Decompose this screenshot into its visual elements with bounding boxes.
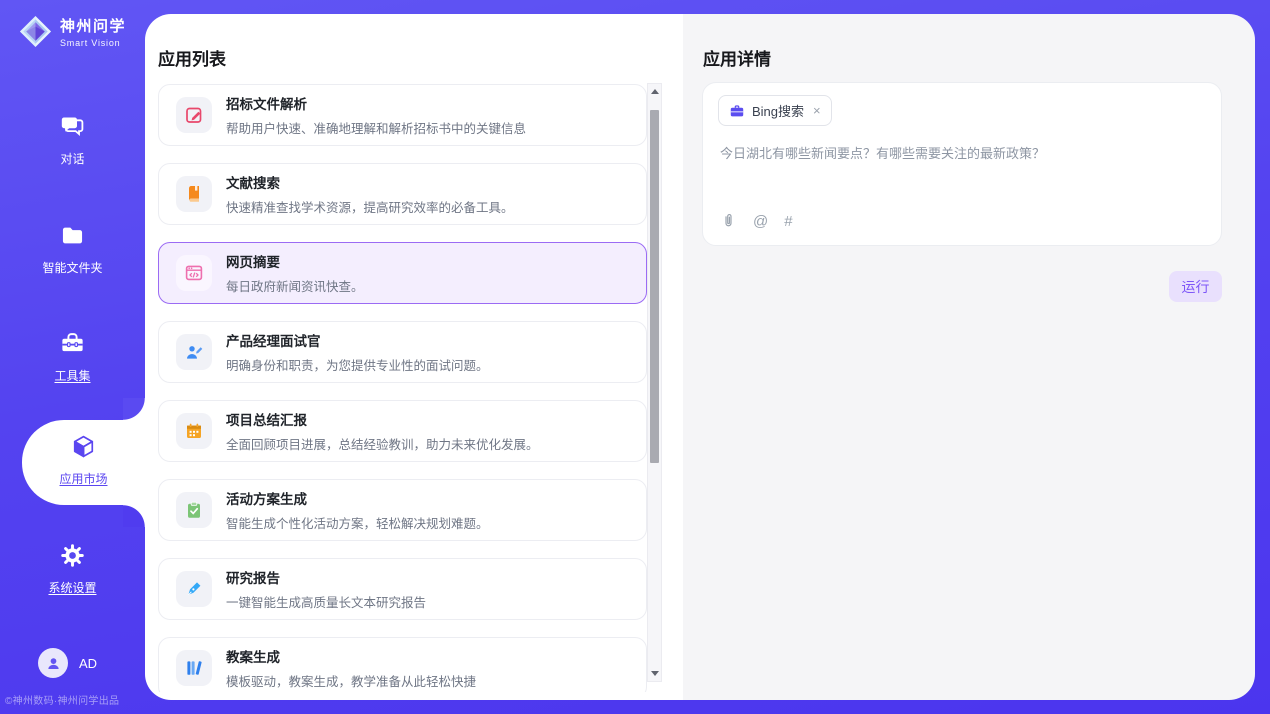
sidebar-item-smart-folder[interactable]: 智能文件夹 — [0, 222, 145, 276]
list-item-web-summary[interactable]: 网页摘要 每日政府新闻资讯快查。 — [158, 242, 647, 304]
calendar-icon — [176, 413, 212, 449]
list-item-event-plan[interactable]: 活动方案生成 智能生成个性化活动方案，轻松解决规划难题。 — [158, 479, 647, 541]
list-item-literature-search[interactable]: 文献搜索 快速精准查找学术资源，提高研究效率的必备工具。 — [158, 163, 647, 225]
book-icon — [176, 176, 212, 212]
brand-logo: 神州问学 Smart Vision — [18, 14, 126, 49]
paperclip-icon[interactable] — [720, 212, 737, 231]
app-desc: 明确身份和职责，为您提供专业性的面试问题。 — [226, 355, 489, 374]
app-list-title: 应用列表 — [158, 45, 226, 70]
tool-tag-label: Bing搜索 — [752, 101, 804, 120]
sidebar: 神州问学 Smart Vision 对话 智能文件夹 工具集 — [0, 0, 145, 714]
brand-title: 神州问学 — [60, 15, 126, 36]
list-item-pm-interviewer[interactable]: 产品经理面试官 明确身份和职责，为您提供专业性的面试问题。 — [158, 321, 647, 383]
app-desc: 模板驱动，教案生成，教学准备从此轻松快捷 — [226, 671, 476, 690]
run-button[interactable]: 运行 — [1169, 271, 1222, 302]
copyright-footer: ©神州数码·神州问学出品 — [5, 692, 119, 707]
app-title: 教案生成 — [226, 646, 476, 666]
pen-square-icon — [176, 97, 212, 133]
person-icon — [44, 654, 63, 673]
toolbox-icon — [59, 330, 86, 357]
gear-icon — [59, 542, 86, 569]
app-title: 项目总结汇报 — [226, 409, 539, 429]
scroll-up-arrow-icon[interactable] — [651, 89, 659, 94]
clipboard-check-icon — [176, 492, 212, 528]
app-title: 招标文件解析 — [226, 93, 526, 113]
app-desc: 每日政府新闻资讯快查。 — [226, 276, 364, 295]
sidebar-item-label: 对话 — [0, 150, 145, 167]
pen-nib-icon — [176, 571, 212, 607]
sidebar-item-chat[interactable]: 对话 — [0, 113, 145, 167]
briefcase-icon — [729, 103, 745, 119]
app-detail-panel: 应用详情 Bing搜索 × 今日湖北有哪些新闻要点？有哪些需要关注的最新政策？ … — [683, 14, 1255, 700]
scrollbar-thumb[interactable] — [650, 110, 659, 463]
user-name: AD — [79, 656, 97, 671]
main-content: 应用列表 招标文件解析 帮助用户快速、准确地理解和解析招标书中的关键信息 — [145, 14, 1255, 700]
hash-icon[interactable]: # — [784, 213, 792, 230]
app-title: 文献搜索 — [226, 172, 514, 192]
user-account[interactable]: AD — [38, 648, 97, 678]
app-list-panel: 应用列表 招标文件解析 帮助用户快速、准确地理解和解析招标书中的关键信息 — [145, 14, 683, 700]
sidebar-item-label: 智能文件夹 — [0, 259, 145, 276]
list-item-research-report[interactable]: 研究报告 一键智能生成高质量长文本研究报告 — [158, 558, 647, 620]
app-list: 招标文件解析 帮助用户快速、准确地理解和解析招标书中的关键信息 文献搜索 快速精… — [158, 84, 647, 692]
app-title: 研究报告 — [226, 567, 426, 587]
query-text[interactable]: 今日湖北有哪些新闻要点？有哪些需要关注的最新政策？ — [720, 145, 1201, 163]
list-item-bid-parse[interactable]: 招标文件解析 帮助用户快速、准确地理解和解析招标书中的关键信息 — [158, 84, 647, 146]
list-item-project-summary[interactable]: 项目总结汇报 全面回顾项目进展，总结经验教训，助力未来优化发展。 — [158, 400, 647, 462]
sidebar-item-label: 应用市场 — [22, 470, 145, 487]
cube-icon — [70, 433, 97, 460]
app-root: { "brand": { "title": "神州问学", "subtitle"… — [0, 0, 1270, 714]
scroll-down-arrow-icon[interactable] — [651, 671, 659, 676]
sidebar-item-settings[interactable]: 系统设置 — [0, 542, 145, 596]
app-desc: 全面回顾项目进展，总结经验教训，助力未来优化发展。 — [226, 434, 539, 453]
diamond-logo-icon — [18, 14, 53, 49]
chat-icon — [59, 113, 86, 140]
browser-code-icon — [176, 255, 212, 291]
app-title: 活动方案生成 — [226, 488, 489, 508]
app-detail-title: 应用详情 — [703, 45, 771, 70]
list-scrollbar[interactable] — [647, 83, 662, 682]
app-title: 产品经理面试官 — [226, 330, 489, 350]
query-input-card[interactable]: Bing搜索 × 今日湖北有哪些新闻要点？有哪些需要关注的最新政策？ @ # — [702, 82, 1222, 246]
app-title: 网页摘要 — [226, 251, 364, 271]
app-desc: 快速精准查找学术资源，提高研究效率的必备工具。 — [226, 197, 514, 216]
mention-icon[interactable]: @ — [753, 213, 768, 230]
sidebar-item-label: 工具集 — [0, 367, 145, 384]
books-icon — [176, 650, 212, 686]
sidebar-item-toolset[interactable]: 工具集 — [0, 330, 145, 384]
interviewer-icon — [176, 334, 212, 370]
app-desc: 一键智能生成高质量长文本研究报告 — [226, 592, 426, 611]
sidebar-item-label: 系统设置 — [0, 579, 145, 596]
input-toolbar: @ # — [720, 212, 793, 231]
app-desc: 帮助用户快速、准确地理解和解析招标书中的关键信息 — [226, 118, 526, 137]
brand-subtitle: Smart Vision — [60, 38, 126, 48]
folder-icon — [59, 222, 86, 249]
tool-tag-bing-search[interactable]: Bing搜索 × — [718, 95, 832, 126]
close-icon[interactable]: × — [813, 103, 821, 118]
sidebar-item-app-market[interactable]: 应用市场 — [22, 420, 145, 505]
app-desc: 智能生成个性化活动方案，轻松解决规划难题。 — [226, 513, 489, 532]
list-item-lesson-plan[interactable]: 教案生成 模板驱动，教案生成，教学准备从此轻松快捷 — [158, 637, 647, 692]
avatar — [38, 648, 68, 678]
